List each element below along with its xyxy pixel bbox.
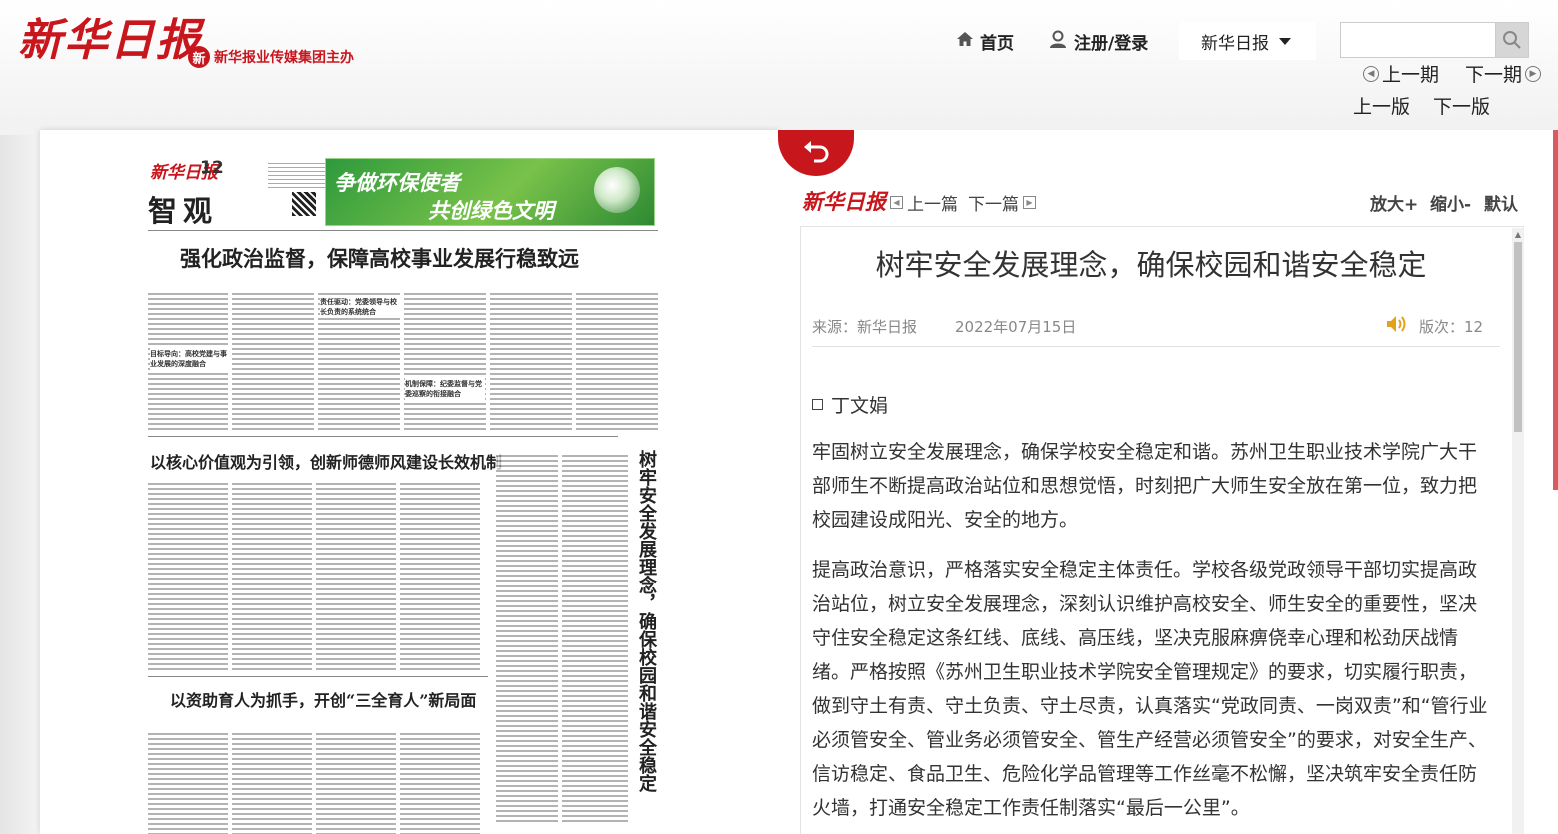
paper-select-value: 新华日报: [1201, 33, 1269, 54]
article-edition: 版次：12: [1419, 318, 1484, 336]
article-headline-vertical[interactable]: 树牢安全发展理念，确保校园和谐安全稳定: [633, 450, 657, 792]
article-paragraph: 提高政治意识，严格落实安全稳定主体责任。学校各级党政领导干部切实提高政治站位，树…: [812, 559, 1488, 819]
prev-circle-icon: ◀: [1363, 65, 1379, 82]
article-4-text-column[interactable]: [562, 452, 628, 822]
next-issue-link[interactable]: 下一期 ▶: [1465, 60, 1544, 87]
article-author: 丁文娟: [812, 391, 888, 418]
paper-select-dropdown[interactable]: 新华日报: [1179, 22, 1316, 60]
previous-page-edge[interactable]: [0, 135, 40, 834]
article-body: 牢固树立安全发展理念，确保学校安全稳定和谐。苏州卫生职业技术学院广大干部师生不断…: [812, 435, 1489, 834]
nav-login-label: 注册/登录: [1074, 33, 1149, 54]
article-1-text-column[interactable]: [404, 290, 486, 432]
nav-home-link[interactable]: 首页: [956, 22, 1014, 60]
scroll-up-arrow-icon[interactable]: ▲: [1512, 228, 1524, 240]
article-1-subheading: 机制保障：纪委监督与党委巡察的衔接融合: [405, 378, 485, 400]
article-headline-3[interactable]: 以资助育人为抓手，开创“三全育人”新局面: [170, 687, 476, 711]
article-1-text-column[interactable]: [490, 290, 572, 432]
prev-square-icon: ◀: [890, 196, 903, 209]
back-button[interactable]: [778, 130, 854, 176]
article-3-text-column[interactable]: [400, 730, 480, 834]
article-3-text-column[interactable]: [316, 730, 396, 834]
user-icon: [1048, 30, 1068, 53]
prev-issue-label: 上一期: [1382, 64, 1440, 86]
divider: [148, 676, 488, 677]
next-article-label: 下一篇: [968, 195, 1019, 215]
newspaper-masthead-meta: [268, 160, 328, 190]
prev-article-link[interactable]: ◀ 上一篇: [886, 190, 958, 215]
article-2-text-column[interactable]: [148, 480, 228, 670]
next-page-edge[interactable]: [1553, 130, 1558, 490]
article-2-text-column[interactable]: [232, 480, 312, 670]
speaker-icon[interactable]: [1385, 314, 1409, 338]
home-icon: [956, 31, 974, 52]
article-paragraph: 牢固树立安全发展理念，确保学校安全稳定和谐。苏州卫生职业技术学院广大干部师生不断…: [812, 441, 1478, 531]
divider: [148, 230, 658, 231]
search-input[interactable]: [1340, 22, 1496, 58]
site-logo[interactable]: 新华日报: [18, 4, 202, 68]
article-date: 2022年07月15日: [955, 318, 1077, 336]
back-arrow-icon: [804, 141, 829, 163]
author-square-icon: [812, 399, 823, 410]
next-issue-label: 下一期: [1465, 64, 1523, 86]
prev-article-label: 上一篇: [907, 195, 958, 215]
search-icon: [1503, 31, 1521, 49]
search-button[interactable]: [1495, 22, 1529, 58]
article-1-subheading: 责任驱动：党委领导与校长负责的系统统合: [320, 296, 400, 318]
banner-line-1: 争做环保使者: [334, 171, 460, 195]
article-panel: 新华日报 ◀ 上一篇 下一篇 ▶ 放大+ 缩小- 默认 树牢安全发展理念，确保校…: [778, 130, 1558, 834]
prev-page-link[interactable]: 上一版: [1353, 92, 1410, 119]
publisher-badge-icon: 新: [188, 46, 210, 68]
divider: [812, 346, 1500, 347]
article-3-text-column[interactable]: [148, 730, 228, 834]
article-4-text-column[interactable]: [496, 452, 558, 822]
banner-line-2: 共创绿色文明: [428, 199, 554, 223]
article-scrollbar[interactable]: ▲: [1512, 228, 1524, 834]
article-1-text-column[interactable]: [576, 290, 658, 432]
article-author-name: 丁文娟: [831, 395, 889, 417]
chevron-down-icon: [1279, 37, 1291, 45]
newspaper-page-image[interactable]: 新华日报 12 智观 争做环保使者 共创绿色文明 强化政治监督，保障高校事业发展…: [40, 130, 778, 834]
next-article-link[interactable]: 下一篇 ▶: [968, 190, 1040, 215]
article-2-text-column[interactable]: [400, 480, 480, 670]
article-1-subheading: 目标导向：高校党建与事业发展的深度融合: [150, 348, 230, 370]
zoom-reset-button[interactable]: 默认: [1484, 190, 1518, 215]
globe-icon: [594, 167, 640, 213]
divider: [148, 436, 618, 437]
next-square-icon: ▶: [1023, 196, 1036, 209]
article-2-text-column[interactable]: [316, 480, 396, 670]
prev-issue-link[interactable]: ◀ 上一期: [1360, 60, 1439, 87]
newspaper-page-number: 12: [200, 158, 224, 178]
environment-banner[interactable]: 争做环保使者 共创绿色文明: [325, 158, 655, 226]
article-source: 来源：新华日报: [812, 318, 918, 336]
next-circle-icon: ▶: [1525, 65, 1542, 82]
article-logo: 新华日报: [802, 189, 886, 214]
article-headline-2[interactable]: 以核心价值观为引领，创新师德师风建设长效机制: [150, 449, 502, 473]
nav-home-label: 首页: [980, 33, 1014, 54]
publisher-text: 新华报业传媒集团主办: [214, 50, 354, 66]
publisher-tagline: 新 新华报业传媒集团主办: [188, 46, 354, 68]
zoom-out-button[interactable]: 缩小-: [1430, 190, 1471, 215]
next-page-link[interactable]: 下一版: [1433, 92, 1490, 119]
scrollbar-thumb[interactable]: [1514, 242, 1522, 432]
nav-login-link[interactable]: 注册/登录: [1048, 22, 1148, 60]
article-title: 树牢安全发展理念，确保校园和谐安全稳定: [875, 248, 1427, 282]
zoom-in-button[interactable]: 放大+: [1370, 190, 1418, 215]
article-1-text-column[interactable]: [232, 290, 314, 432]
newspaper-section-title: 智观: [148, 194, 219, 228]
article-headline-1[interactable]: 强化政治监督，保障高校事业发展行稳致远: [180, 243, 579, 273]
qr-code-icon: [292, 192, 316, 216]
article-3-text-column[interactable]: [232, 730, 312, 834]
